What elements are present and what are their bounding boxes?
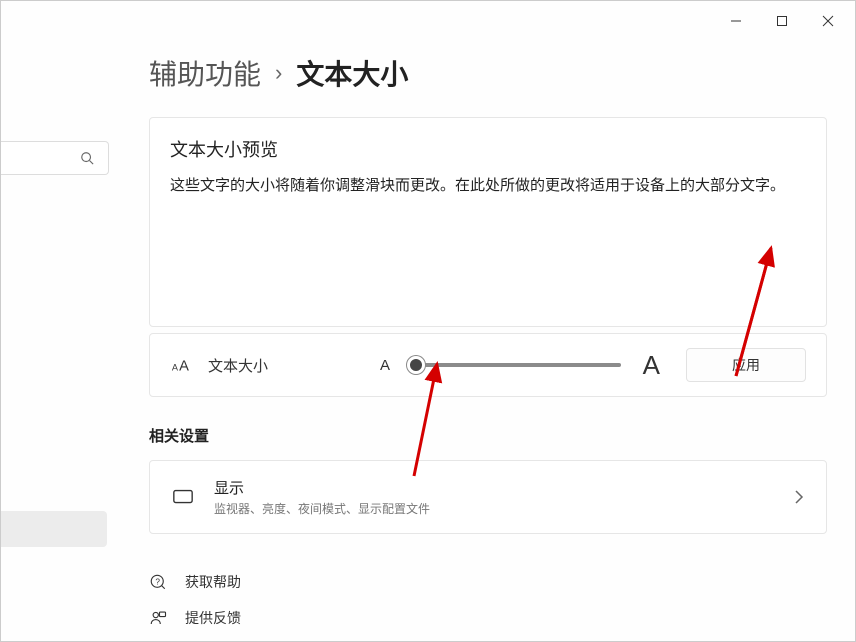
minimize-icon <box>730 15 742 27</box>
minimize-button[interactable] <box>713 5 759 37</box>
chevron-right-icon <box>794 490 804 504</box>
left-sidebar <box>1 41 121 641</box>
svg-text:A: A <box>179 359 189 375</box>
display-link-title: 显示 <box>214 477 774 498</box>
feedback-icon <box>149 609 167 627</box>
display-settings-link[interactable]: 显示 监视器、亮度、夜间模式、显示配置文件 <box>149 460 827 534</box>
text-size-slider[interactable] <box>412 363 621 367</box>
text-size-slider-card: A A 文本大小 A A 应用 <box>149 333 827 397</box>
main-content: 辅助功能 › 文本大小 文本大小预览 这些文字的大小将随着你调整滑块而更改。在此… <box>149 53 827 631</box>
related-settings-heading: 相关设置 <box>149 425 827 446</box>
get-help-link[interactable]: ? 获取帮助 <box>149 564 827 600</box>
text-size-icon: A A <box>170 354 192 376</box>
preview-title: 文本大小预览 <box>170 136 806 162</box>
breadcrumb: 辅助功能 › 文本大小 <box>149 53 827 93</box>
window-titlebar <box>1 1 855 41</box>
svg-text:?: ? <box>155 577 160 586</box>
search-input[interactable] <box>1 141 109 175</box>
maximize-button[interactable] <box>759 5 805 37</box>
maximize-icon <box>776 15 788 27</box>
text-size-preview-card: 文本大小预览 这些文字的大小将随着你调整滑块而更改。在此处所做的更改将适用于设备… <box>149 117 827 327</box>
sidebar-selected-indicator <box>1 511 107 547</box>
feedback-label: 提供反馈 <box>185 608 241 628</box>
breadcrumb-current: 文本大小 <box>296 53 408 93</box>
close-icon <box>822 15 834 27</box>
slider-thumb[interactable] <box>407 356 425 374</box>
close-button[interactable] <box>805 5 851 37</box>
help-icon: ? <box>149 573 167 591</box>
text-size-label: 文本大小 <box>208 355 348 376</box>
letter-large-indicator: A <box>643 350 660 381</box>
display-link-desc: 监视器、亮度、夜间模式、显示配置文件 <box>214 500 774 517</box>
breadcrumb-parent[interactable]: 辅助功能 <box>149 53 261 93</box>
monitor-icon <box>172 486 194 508</box>
letter-small-indicator: A <box>380 357 390 374</box>
display-link-texts: 显示 监视器、亮度、夜间模式、显示配置文件 <box>214 477 774 517</box>
feedback-link[interactable]: 提供反馈 <box>149 600 827 631</box>
get-help-label: 获取帮助 <box>185 572 241 592</box>
search-icon <box>80 151 94 165</box>
svg-text:A: A <box>172 363 179 373</box>
apply-button[interactable]: 应用 <box>686 348 806 382</box>
preview-description: 这些文字的大小将随着你调整滑块而更改。在此处所做的更改将适用于设备上的大部分文字… <box>170 174 806 199</box>
footer-links: ? 获取帮助 提供反馈 <box>149 564 827 631</box>
chevron-right-icon: › <box>275 60 282 86</box>
